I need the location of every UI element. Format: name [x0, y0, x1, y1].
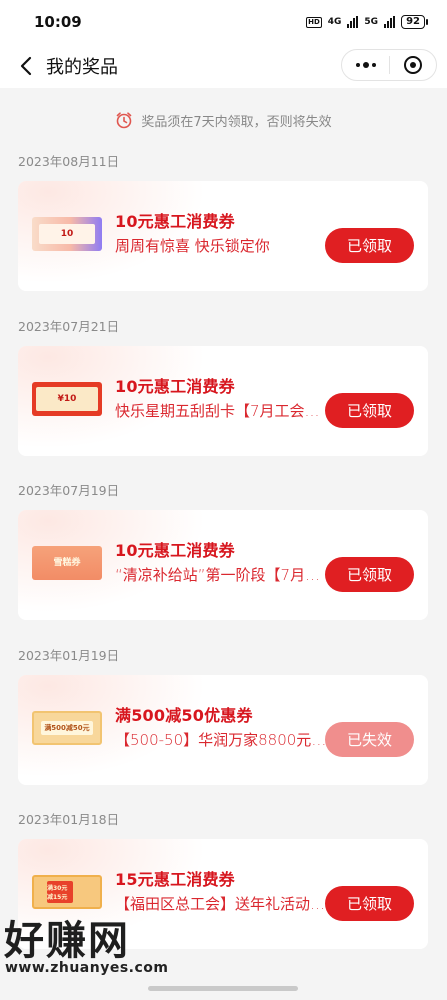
hd-icon: HD	[306, 16, 322, 28]
signal-icon-2	[384, 16, 396, 28]
watermark-logo: 好赚网	[4, 918, 130, 964]
prize-card: 雪糕券 10元惠工消费券 “清凉补给站”第一阶段【7月会员专享】 已领取	[18, 510, 428, 620]
coupon-description: 快乐星期五刮刮卡【7月工会会员专享】	[115, 402, 327, 420]
prize-date: 2023年01月18日	[18, 812, 120, 827]
coupon-image: ¥10	[32, 382, 102, 416]
page-title: 我的奖品	[46, 57, 118, 78]
coupon-title: 满500减50优惠券	[115, 706, 253, 725]
notice-text: 奖品须在7天内领取，否则将失效	[141, 114, 332, 130]
coupon-image: 满500减50元	[32, 711, 102, 745]
back-icon[interactable]	[6, 44, 46, 88]
coupon-image: 满30元减15元	[32, 875, 102, 909]
prize-date: 2023年08月11日	[18, 154, 120, 169]
battery-icon: 92	[401, 15, 428, 29]
signal-icon	[347, 16, 359, 28]
coupon-title: 10元惠工消费券	[115, 377, 235, 396]
coupon-title: 15元惠工消费券	[115, 870, 235, 889]
claimed-button[interactable]: 已领取	[325, 393, 414, 428]
expired-button[interactable]: 已失效	[325, 722, 414, 757]
coupon-title: 10元惠工消费券	[115, 541, 235, 560]
nav-bar: 我的奖品	[0, 44, 447, 88]
watermark-url: www.zhuanyes.com	[5, 960, 169, 976]
status-time: 10:09	[34, 13, 82, 31]
coupon-image: 雪糕券	[32, 546, 102, 580]
coupon-image: 10	[32, 217, 102, 251]
miniprogram-capsule	[341, 49, 437, 81]
status-icons: HD 4G 5G 92	[306, 15, 428, 29]
prize-date: 2023年07月21日	[18, 319, 120, 334]
claimed-button[interactable]: 已领取	[325, 557, 414, 592]
prize-card: ¥10 10元惠工消费券 快乐星期五刮刮卡【7月工会会员专享】 已领取	[18, 346, 428, 456]
coupon-description: 周周有惊喜 快乐锁定你	[115, 237, 270, 255]
network-4g-label: 4G	[327, 17, 342, 27]
close-miniprogram-icon[interactable]	[390, 50, 436, 80]
home-indicator[interactable]	[148, 986, 298, 991]
coupon-title: 10元惠工消费券	[115, 212, 235, 231]
expiry-notice: 奖品须在7天内领取，否则将失效	[0, 108, 447, 132]
alarm-clock-icon	[117, 112, 132, 129]
network-5g-label: 5G	[364, 17, 379, 27]
more-icon[interactable]	[342, 50, 389, 80]
claimed-button[interactable]: 已领取	[325, 228, 414, 263]
prize-date: 2023年01月19日	[18, 648, 120, 663]
status-bar: 10:09 HD 4G 5G 92	[0, 0, 447, 44]
coupon-description: 【福田区总工会】送年礼活动专享券	[115, 895, 327, 913]
coupon-description: 【500-50】华润万家8800元优惠券	[115, 731, 327, 749]
prize-date: 2023年07月19日	[18, 483, 120, 498]
coupon-description: “清凉补给站”第一阶段【7月会员专享】	[115, 566, 327, 584]
claimed-button[interactable]: 已领取	[325, 886, 414, 921]
prize-card: 满500减50元 满500减50优惠券 【500-50】华润万家8800元优惠券…	[18, 675, 428, 785]
prize-card: 10 10元惠工消费券 周周有惊喜 快乐锁定你 已领取	[18, 181, 428, 291]
